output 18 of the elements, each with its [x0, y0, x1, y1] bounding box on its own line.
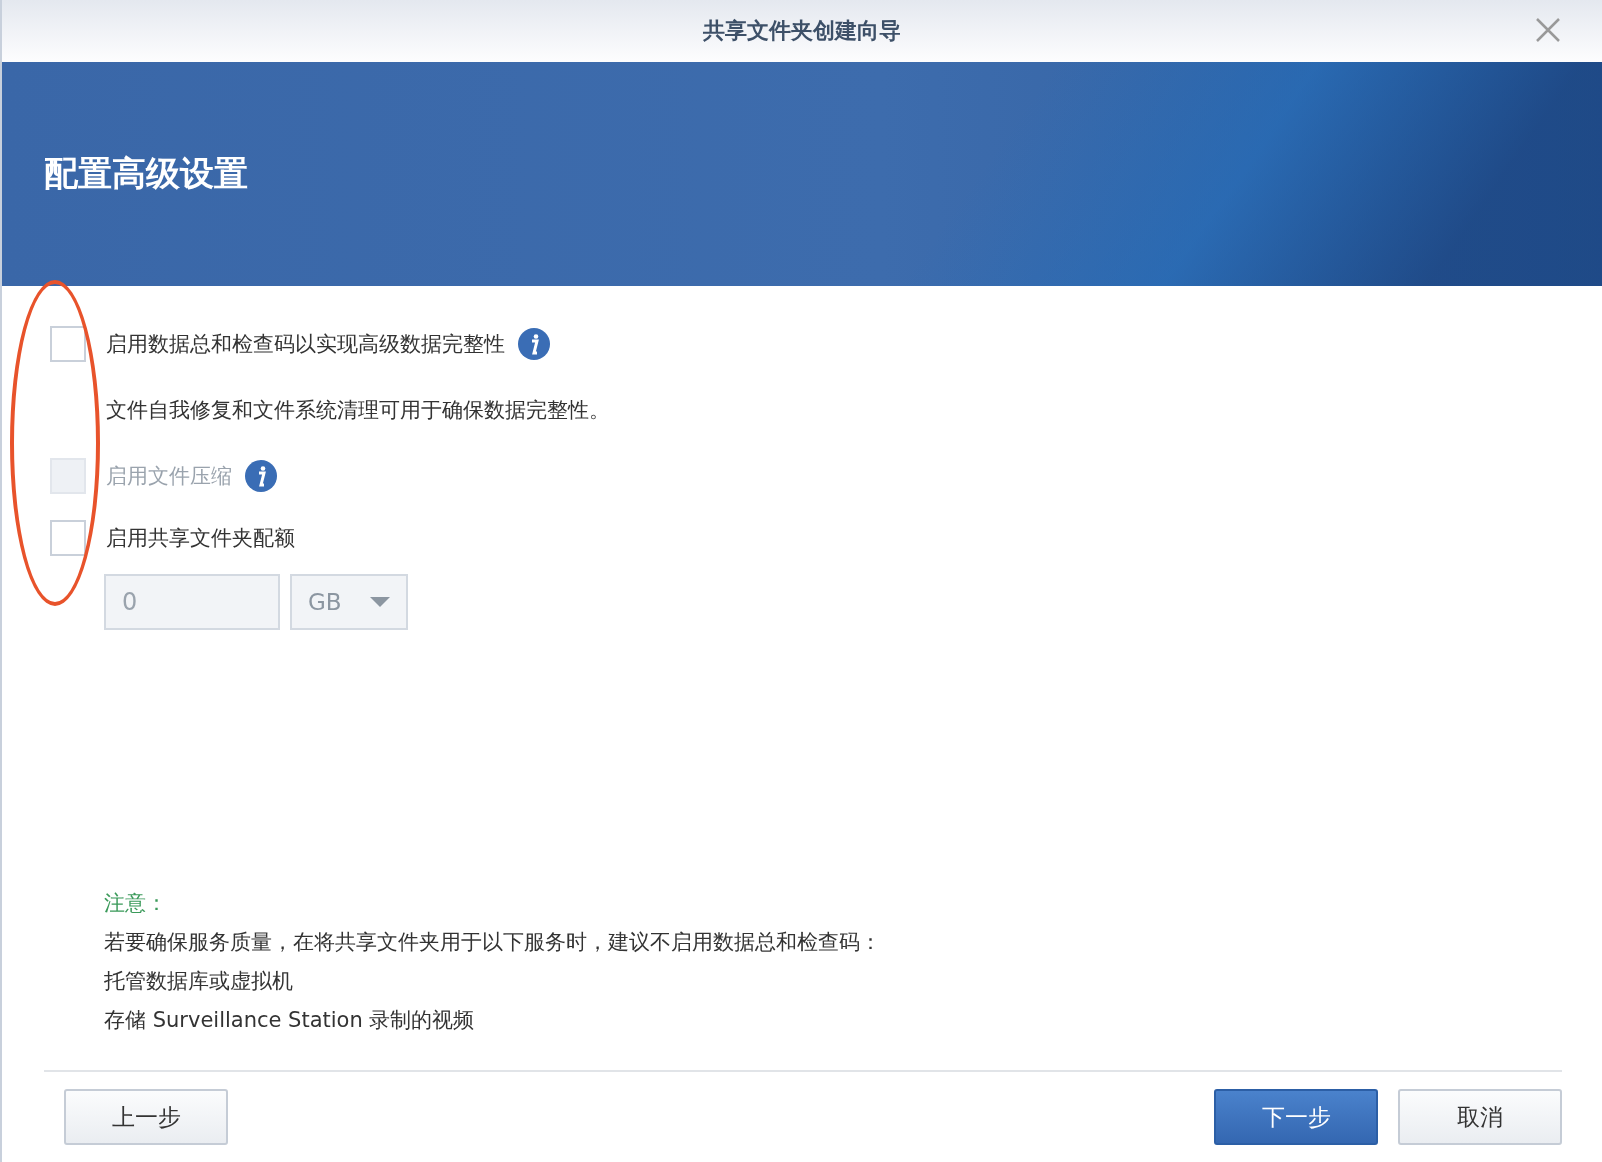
note-text: 托管数据库或虚拟机 — [104, 968, 294, 995]
dialog-button[interactable]: 上一步 — [64, 1089, 228, 1145]
caret-icon — [370, 597, 390, 607]
option-description: 文件自我修复和文件系统清理可用于确保数据完整性。 — [106, 397, 611, 424]
note-text: 若要确保服务质量，在将共享文件夹用于以下服务时，建议不启用数据总和检查码： — [104, 929, 882, 956]
checkbox[interactable] — [50, 520, 86, 556]
option-label: 启用文件压缩 — [106, 463, 232, 490]
option-label: 启用数据总和检查码以实现高级数据完整性 — [106, 331, 505, 358]
note-text: 存储 Surveillance Station 录制的视频 — [104, 1007, 476, 1034]
page-heading: 配置高级设置 — [44, 152, 248, 195]
info-icon[interactable] — [517, 327, 551, 361]
next-button[interactable]: 下一步 — [1214, 1089, 1378, 1145]
dialog-button[interactable]: 取消 — [1398, 1089, 1562, 1145]
checkbox[interactable] — [50, 326, 86, 362]
close-icon — [1536, 18, 1560, 42]
option-label: 启用共享文件夹配额 — [106, 525, 295, 552]
window-title: 共享文件夹创建向导 — [703, 17, 901, 45]
note-title: 注意： — [104, 890, 168, 917]
